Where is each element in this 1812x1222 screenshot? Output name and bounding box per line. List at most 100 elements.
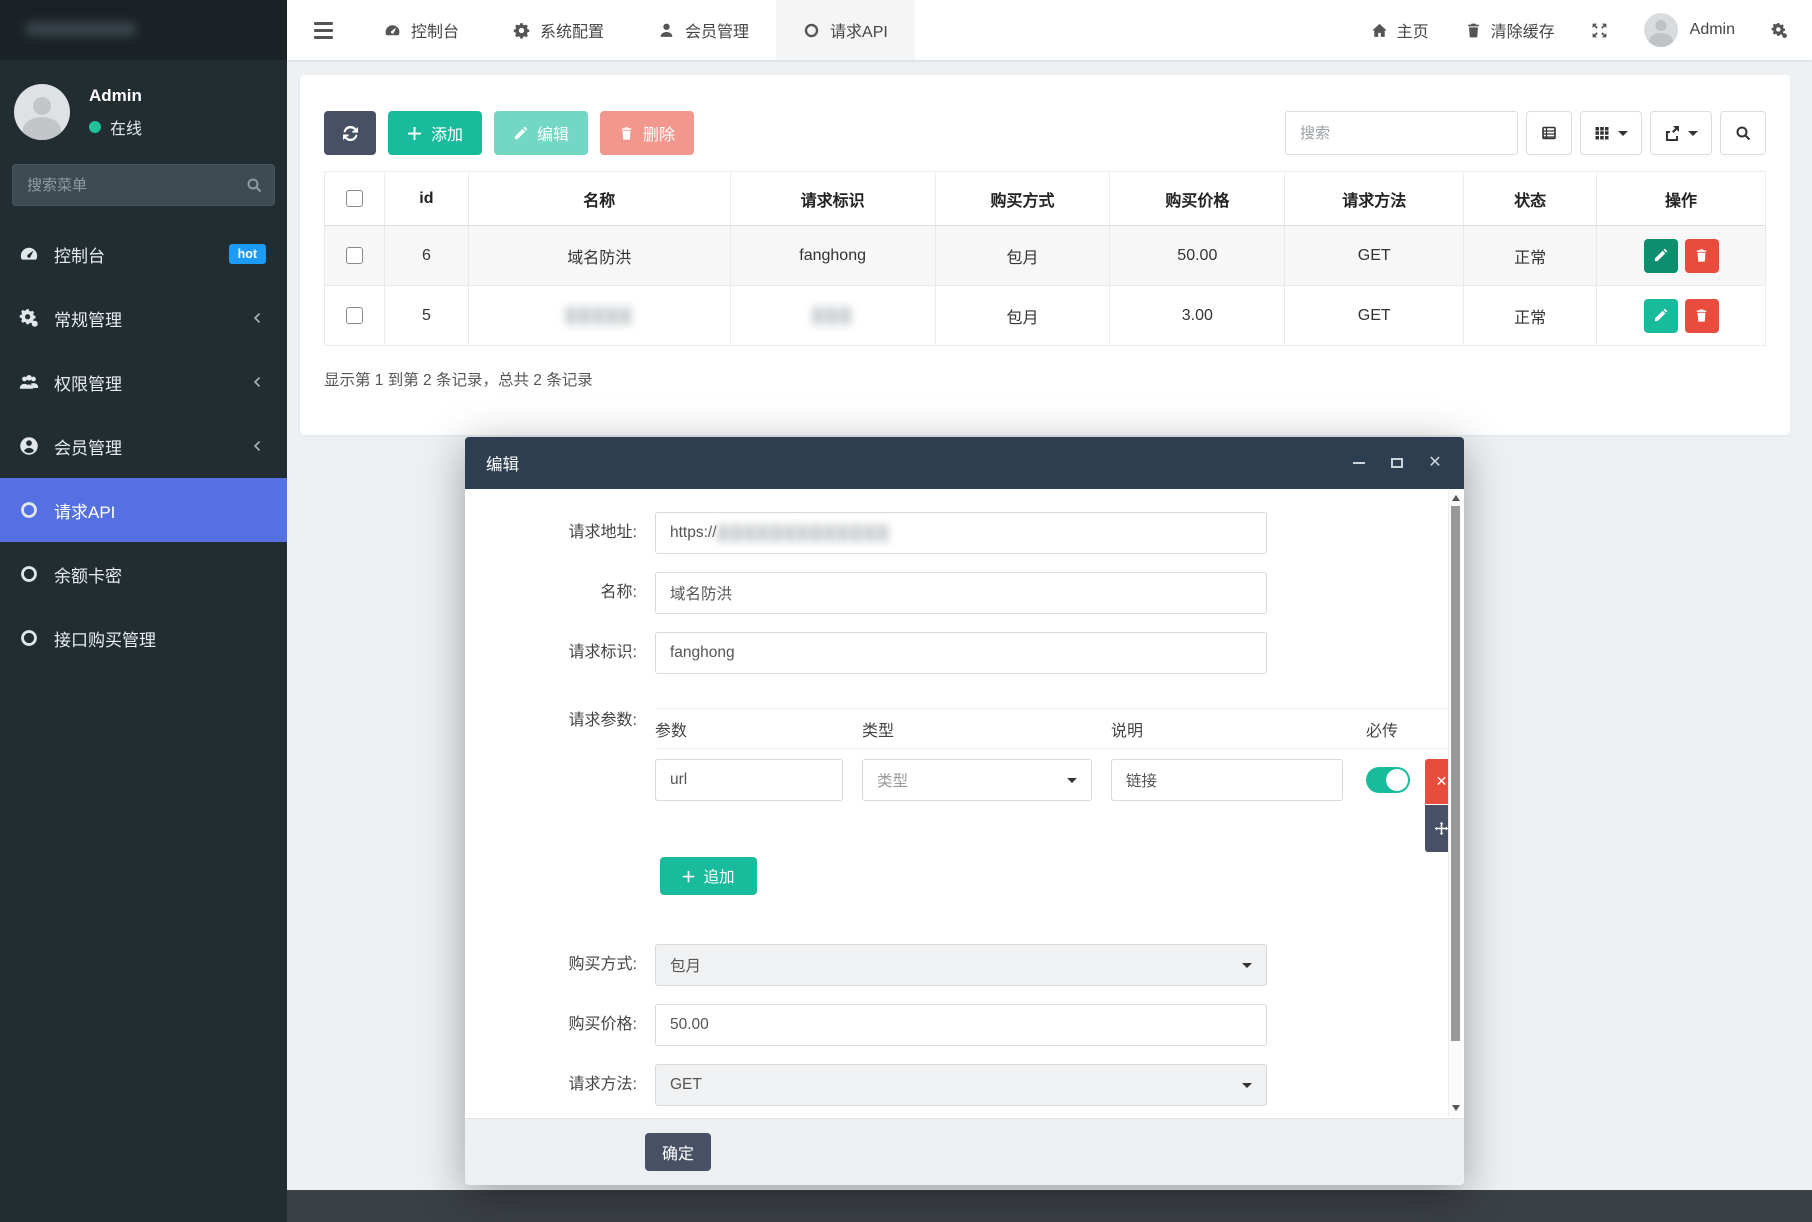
sidebar-user-panel: Admin 在线 [0,60,287,158]
add-button[interactable]: 添加 [388,111,482,155]
tab-system-config[interactable]: 系统配置 [486,0,631,60]
circle-icon [19,500,39,520]
sidebar-item-permissions[interactable]: 权限管理 [0,350,287,414]
home-link[interactable]: 主页 [1371,18,1429,42]
params-header-row: 参数 类型 说明 必传 [655,708,1460,749]
sidebar-item-request-api[interactable]: 请求API [0,478,287,542]
data-table: id 名称 请求标识 购买方式 购买价格 请求方法 状态 操作 6 域名防洪 f… [324,171,1766,346]
chevron-left-icon [251,376,264,389]
delete-button[interactable]: 删除 [600,111,694,155]
user-icon [658,22,675,39]
avatar[interactable] [14,84,70,140]
search-toggle-button[interactable] [1720,111,1766,155]
topbar-tabs: 控制台 系统配置 会员管理 请求API [357,0,915,60]
param-required-toggle[interactable] [1366,767,1410,793]
param-name-input[interactable] [655,759,843,801]
buy-type-select[interactable]: 包月 [655,944,1267,986]
toggle-view-button[interactable] [1526,111,1572,155]
tab-request-api[interactable]: 请求API [776,0,915,60]
confirm-button[interactable]: 确定 [645,1133,711,1171]
table-toolbar: 添加 编辑 删除 [324,111,1766,155]
param-type-placeholder: 类型 [877,769,908,791]
minimize-button[interactable] [1351,455,1367,471]
maximize-button[interactable] [1389,455,1405,471]
clear-cache-link[interactable]: 清除缓存 [1465,18,1555,42]
sidebar-item-label: 权限管理 [54,370,122,395]
append-param-button[interactable]: 追加 [660,857,757,895]
tag-field[interactable] [655,632,1267,674]
sidebar: Admin 在线 控制台 hot 常规管理 权限管理 会员管理 [0,0,287,1222]
sidebar-item-balance-cards[interactable]: 余额卡密 [0,542,287,606]
table-header-row: id 名称 请求标识 购买方式 购买价格 请求方法 状态 操作 [325,172,1766,226]
columns-button[interactable] [1580,111,1642,155]
sidebar-search-input[interactable] [12,164,275,206]
sidebar-item-label: 控制台 [54,242,105,267]
refresh-button[interactable] [324,111,376,155]
form-row-tag: 请求标识: [465,632,1464,674]
gear-icon [513,22,530,39]
column-header-buy-type[interactable]: 购买方式 [935,172,1110,226]
url-field[interactable]: https:// ▓▓▓▓▓▓▓▓▓▓▓▓▓ [655,512,1267,554]
close-icon[interactable]: ✕ [1427,455,1443,471]
sidebar-search [12,164,275,206]
brand-logo-blurred [26,22,136,36]
tab-label: 请求API [830,18,888,42]
sidebar-item-general[interactable]: 常规管理 [0,286,287,350]
dialog-body: 请求地址: https:// ▓▓▓▓▓▓▓▓▓▓▓▓▓ 名称: 请求标识: 请… [465,489,1464,1118]
move-icon [1434,821,1449,836]
dialog-header[interactable]: 编辑 ✕ [465,437,1464,489]
url-value-visible: https:// [670,524,717,542]
topbar-user-menu[interactable]: Admin [1644,13,1735,47]
scroll-down-arrow-icon[interactable] [1452,1105,1460,1111]
column-header-id[interactable]: id [384,172,468,226]
sidebar-item-label: 请求API [54,498,115,523]
sidebar-item-members[interactable]: 会员管理 [0,414,287,478]
param-desc-input[interactable] [1111,759,1343,801]
name-field[interactable] [655,572,1267,614]
circle-icon [19,564,39,584]
sidebar-item-api-purchase[interactable]: 接口购买管理 [0,606,287,670]
price-field[interactable] [655,1004,1267,1046]
select-all-checkbox[interactable] [346,190,363,207]
dialog-title: 编辑 [486,451,519,475]
row-checkbox[interactable] [346,307,363,324]
tab-dashboard[interactable]: 控制台 [357,0,486,60]
sidebar-user-status-label: 在线 [110,115,142,139]
chevron-left-icon [251,440,264,453]
column-header-tag[interactable]: 请求标识 [730,172,935,226]
column-header-status[interactable]: 状态 [1464,172,1597,226]
column-header-price[interactable]: 购买价格 [1110,172,1285,226]
export-button[interactable] [1650,111,1712,155]
gauge-icon [19,244,39,264]
price-field-label: 购买价格: [465,1004,655,1046]
scroll-up-arrow-icon[interactable] [1452,495,1460,501]
table-row[interactable]: 5 ▓▓▓▓▓ ▓▓▓ 包月 3.00 GET 正常 [325,286,1766,346]
tab-members[interactable]: 会员管理 [631,0,776,60]
table-search-input[interactable] [1285,111,1518,155]
fullscreen-button[interactable] [1591,22,1608,39]
row-checkbox[interactable] [346,247,363,264]
trash-icon [619,126,634,141]
row-actions [1597,239,1765,273]
cell-status: 正常 [1464,226,1597,286]
dialog-scrollbar[interactable] [1448,490,1462,1116]
table-row[interactable]: 6 域名防洪 fanghong 包月 50.00 GET 正常 [325,226,1766,286]
settings-button[interactable] [1771,22,1788,39]
cell-tag: fanghong [730,226,935,286]
method-select[interactable]: GET [655,1064,1267,1106]
row-delete-button[interactable] [1685,239,1719,273]
row-edit-button[interactable] [1644,239,1678,273]
column-header-method[interactable]: 请求方法 [1285,172,1464,226]
add-button-label: 添加 [431,121,463,145]
param-type-select[interactable]: 类型 [862,759,1092,801]
edit-button[interactable]: 编辑 [494,111,588,155]
hamburger-menu-icon[interactable] [314,22,333,39]
cell-price: 50.00 [1110,226,1285,286]
user-circle-icon [19,436,39,456]
row-delete-button[interactable] [1685,299,1719,333]
scrollbar-thumb[interactable] [1451,506,1460,1041]
row-edit-button[interactable] [1644,299,1678,333]
refresh-icon [343,126,358,141]
column-header-name[interactable]: 名称 [468,172,730,226]
sidebar-item-dashboard[interactable]: 控制台 hot [0,222,287,286]
